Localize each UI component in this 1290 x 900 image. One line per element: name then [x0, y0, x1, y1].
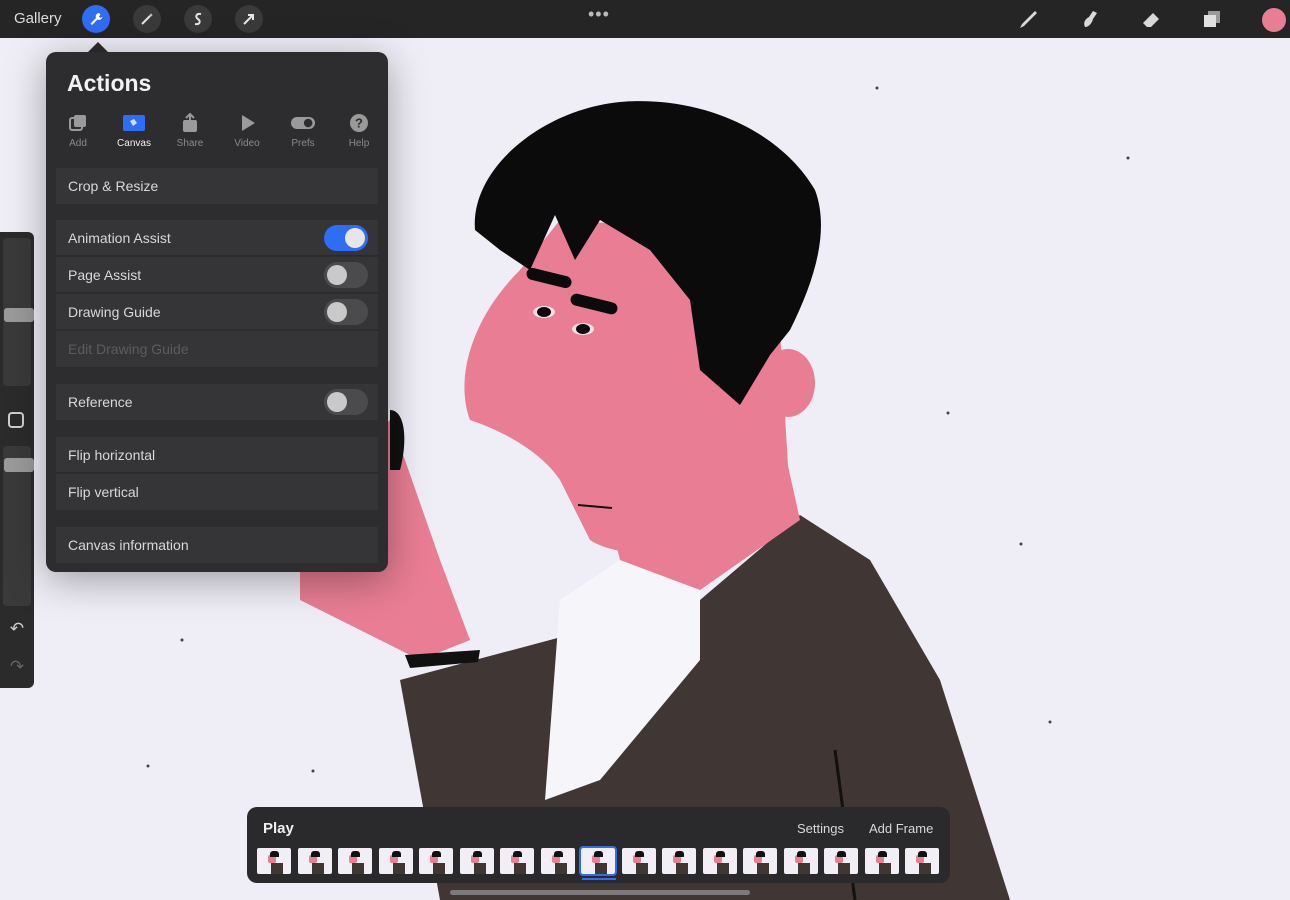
actions-title: Actions — [67, 70, 152, 96]
page-assist-label: Page Assist — [68, 267, 142, 283]
gallery-button[interactable]: Gallery — [14, 10, 62, 27]
share-icon — [178, 112, 202, 134]
brush-size-thumb[interactable] — [4, 308, 34, 322]
help-icon: ? — [347, 112, 371, 134]
tab-prefs-label: Prefs — [291, 138, 315, 149]
reference-label: Reference — [68, 394, 133, 410]
page-assist-item[interactable]: Page Assist — [56, 257, 378, 293]
frame-thumbnail[interactable] — [419, 848, 453, 874]
frame-thumbnail[interactable] — [579, 846, 617, 876]
undo-icon[interactable]: ↶ — [8, 620, 26, 638]
play-button[interactable]: Play — [263, 820, 294, 837]
frame-thumbnail[interactable] — [905, 848, 939, 874]
actions-panel: Actions Add Canvas Share Video Prefs ? H… — [46, 52, 388, 572]
tab-video[interactable]: Video — [222, 112, 272, 149]
drawing-guide-toggle[interactable] — [324, 299, 368, 325]
add-frame-button[interactable]: Add Frame — [869, 821, 933, 836]
toggle-icon — [291, 112, 315, 134]
canvas-information-label: Canvas information — [68, 537, 189, 553]
canvas-icon — [122, 112, 146, 134]
tab-share-label: Share — [176, 138, 204, 149]
home-indicator — [450, 890, 750, 895]
smudge-icon[interactable] — [1076, 6, 1102, 32]
tab-help-label: Help — [348, 138, 370, 149]
canvas-information-item[interactable]: Canvas information — [56, 527, 378, 563]
frame-thumbnail[interactable] — [662, 848, 696, 874]
current-frame-indicator — [582, 878, 616, 880]
magic-wand-icon[interactable] — [133, 5, 161, 33]
tab-add-label: Add — [69, 138, 87, 149]
play-icon — [235, 112, 259, 134]
tab-add[interactable]: Add — [53, 112, 103, 149]
frame-thumbnail[interactable] — [338, 848, 372, 874]
frame-strip — [257, 846, 947, 876]
add-copy-icon — [66, 112, 90, 134]
selection-s-icon[interactable] — [184, 5, 212, 33]
frame-thumbnail[interactable] — [743, 848, 777, 874]
more-options-icon[interactable]: ••• — [588, 4, 610, 25]
modify-button[interactable] — [8, 412, 24, 428]
frame-thumbnail[interactable] — [500, 848, 534, 874]
tab-help[interactable]: ? Help — [334, 112, 384, 149]
frame-thumbnail[interactable] — [378, 848, 413, 874]
animation-assist-toggle[interactable] — [324, 225, 368, 251]
top-toolbar: Gallery ••• — [0, 0, 1290, 38]
frame-thumbnail[interactable] — [540, 848, 575, 874]
actions-tabs: Add Canvas Share Video Prefs ? Help — [56, 112, 386, 152]
actions-popover-arrow — [88, 42, 108, 52]
drawing-guide-item[interactable]: Drawing Guide — [56, 294, 378, 330]
crop-resize-label: Crop & Resize — [68, 178, 159, 194]
animation-assist-item[interactable]: Animation Assist — [56, 220, 378, 256]
redo-icon[interactable]: ↷ — [8, 658, 26, 676]
brush-size-slider[interactable] — [3, 238, 34, 386]
brush-icon[interactable] — [1015, 6, 1041, 32]
frame-thumbnail[interactable] — [297, 848, 332, 874]
edit-drawing-guide-item: Edit Drawing Guide — [56, 331, 378, 367]
tab-canvas-label: Canvas — [117, 138, 151, 149]
tab-prefs[interactable]: Prefs — [278, 112, 328, 149]
reference-toggle[interactable] — [324, 389, 368, 415]
animation-timeline: Play Settings Add Frame — [247, 807, 950, 883]
drawing-guide-label: Drawing Guide — [68, 304, 161, 320]
tab-canvas[interactable]: Canvas — [109, 112, 159, 149]
transform-arrow-icon[interactable] — [235, 5, 263, 33]
wrench-icon[interactable] — [82, 5, 110, 33]
flip-vertical-label: Flip vertical — [68, 484, 139, 500]
crop-resize-item[interactable]: Crop & Resize — [56, 168, 378, 204]
color-picker-swatch[interactable] — [1261, 7, 1287, 33]
eraser-icon[interactable] — [1138, 6, 1164, 32]
opacity-slider[interactable] — [3, 446, 34, 606]
tab-share[interactable]: Share — [165, 112, 215, 149]
frame-thumbnail[interactable] — [257, 848, 291, 874]
frame-thumbnail[interactable] — [864, 848, 899, 874]
svg-text:?: ? — [355, 116, 363, 131]
frame-thumbnail[interactable] — [783, 848, 818, 874]
frame-thumbnail[interactable] — [702, 848, 737, 874]
timeline-settings-button[interactable]: Settings — [797, 821, 844, 836]
left-sidebar: ↶ ↷ — [0, 232, 34, 688]
flip-horizontal-label: Flip horizontal — [68, 447, 156, 463]
tab-video-label: Video — [234, 138, 260, 149]
flip-horizontal-item[interactable]: Flip horizontal — [56, 437, 378, 473]
edit-drawing-guide-label: Edit Drawing Guide — [68, 341, 189, 357]
frame-thumbnail[interactable] — [621, 848, 656, 874]
animation-assist-label: Animation Assist — [68, 230, 171, 246]
frame-thumbnail[interactable] — [459, 848, 494, 874]
layers-icon[interactable] — [1199, 6, 1225, 32]
frame-thumbnail[interactable] — [824, 848, 858, 874]
opacity-thumb[interactable] — [4, 458, 34, 472]
reference-item[interactable]: Reference — [56, 384, 378, 420]
page-assist-toggle[interactable] — [324, 262, 368, 288]
flip-vertical-item[interactable]: Flip vertical — [56, 474, 378, 510]
